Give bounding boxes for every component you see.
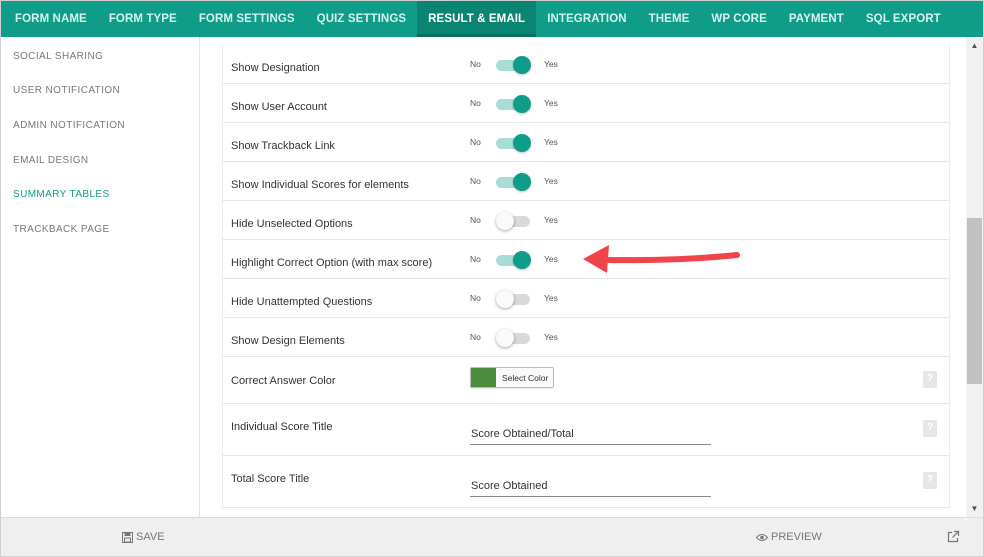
setting-label: Show Design Elements [231, 335, 345, 347]
setting-row: Show Design Elements No Yes [223, 318, 949, 357]
setting-label: Correct Answer Color [231, 375, 336, 387]
setting-label: Hide Unattempted Questions [231, 296, 373, 308]
tab-integration[interactable]: INTEGRATION [536, 1, 637, 37]
toggle-yes-label: Yes [544, 98, 558, 108]
show-individual-scores-toggle[interactable] [496, 173, 531, 191]
sidebar-item-email-design[interactable]: EMAIL DESIGN [1, 143, 199, 178]
toggle-thumb [513, 251, 531, 269]
toggle-thumb [496, 290, 514, 308]
external-link-icon[interactable] [947, 530, 960, 543]
setting-label: Show Trackback Link [231, 140, 335, 152]
setting-label: Show User Account [231, 101, 327, 113]
scroll-up-arrow-icon[interactable]: ▲ [966, 37, 983, 54]
eye-icon [756, 533, 768, 541]
top-tab-bar: FORM NAME FORM TYPE FORM SETTINGS QUIZ S… [1, 1, 983, 37]
annotation-arrow [583, 245, 740, 273]
tab-payment[interactable]: PAYMENT [778, 1, 855, 37]
show-trackback-link-toggle[interactable] [496, 134, 531, 152]
total-score-title-input[interactable] [470, 475, 711, 497]
toggle-no-label: No [470, 137, 481, 147]
scroll-down-arrow-icon[interactable]: ▼ [966, 500, 983, 517]
vertical-scrollbar[interactable]: ▲ ▼ [966, 37, 983, 517]
hide-unselected-options-toggle[interactable] [496, 212, 530, 230]
toggle-no-label: No [470, 215, 481, 225]
scrollbar-thumb[interactable] [967, 218, 982, 384]
toggle-no-label: No [470, 59, 481, 69]
toggle-no-label: No [470, 332, 481, 342]
setting-label: Show Designation [231, 62, 320, 74]
tab-result-email[interactable]: RESULT & EMAIL [417, 1, 537, 37]
sidebar-item-user-notification[interactable]: USER NOTIFICATION [1, 74, 199, 109]
help-icon[interactable]: ? [923, 472, 937, 489]
setting-row: Individual Score Title ? [223, 404, 949, 456]
preview-button[interactable]: PREVIEW [756, 531, 822, 543]
setting-row: Hide Unselected Options No Yes [223, 201, 949, 240]
setting-row: Total Score Title ? [223, 456, 949, 508]
settings-content: Show Designation No Yes Show User Accoun… [201, 37, 966, 517]
setting-row: Show Individual Scores for elements No Y… [223, 162, 949, 201]
setting-row: Show Trackback Link No Yes [223, 123, 949, 162]
sidebar: SOCIAL SHARING USER NOTIFICATION ADMIN N… [1, 37, 200, 517]
toggle-thumb [496, 329, 514, 347]
preview-label: PREVIEW [771, 531, 822, 543]
help-icon[interactable]: ? [923, 420, 937, 437]
tab-quiz-settings[interactable]: QUIZ SETTINGS [306, 1, 417, 37]
hide-unattempted-questions-toggle[interactable] [496, 290, 530, 308]
tab-form-type[interactable]: FORM TYPE [98, 1, 188, 37]
setting-row: Show User Account No Yes [223, 84, 949, 123]
tab-sql-export[interactable]: SQL EXPORT [855, 1, 952, 37]
tab-form-settings[interactable]: FORM SETTINGS [188, 1, 306, 37]
settings-panel: Show Designation No Yes Show User Accoun… [222, 45, 950, 508]
toggle-thumb [496, 212, 514, 230]
save-disk-icon [122, 531, 133, 543]
setting-label: Highlight Correct Option (with max score… [231, 257, 433, 269]
toggle-no-label: No [470, 98, 481, 108]
select-color-label: Select Color [502, 372, 549, 383]
toggle-yes-label: Yes [544, 59, 558, 69]
save-label: SAVE [136, 531, 165, 543]
toggle-yes-label: Yes [544, 137, 558, 147]
tab-theme[interactable]: THEME [638, 1, 701, 37]
tab-form-name[interactable]: FORM NAME [4, 1, 98, 37]
bottom-action-bar: SAVE PREVIEW [1, 517, 983, 556]
setting-row: Show Designation No Yes [223, 45, 949, 84]
sidebar-item-summary-tables[interactable]: SUMMARY TABLES [1, 177, 199, 212]
toggle-no-label: No [470, 293, 481, 303]
show-user-account-toggle[interactable] [496, 95, 531, 113]
setting-label: Show Individual Scores for elements [231, 179, 409, 191]
sidebar-item-social-sharing[interactable]: SOCIAL SHARING [1, 39, 199, 74]
toggle-thumb [513, 134, 531, 152]
setting-row: Hide Unattempted Questions No Yes [223, 279, 949, 318]
setting-row: Correct Answer Color Select Color ? [223, 357, 949, 404]
save-button[interactable]: SAVE [122, 531, 165, 543]
sidebar-item-trackback-page[interactable]: TRACKBACK PAGE [1, 212, 199, 247]
form-builder-window: FORM NAME FORM TYPE FORM SETTINGS QUIZ S… [0, 0, 984, 557]
toggle-yes-label: Yes [544, 332, 558, 342]
show-designation-toggle[interactable] [496, 56, 531, 74]
toggle-thumb [513, 173, 531, 191]
highlight-correct-option-toggle[interactable] [496, 251, 531, 269]
toggle-yes-label: Yes [544, 176, 558, 186]
setting-label: Hide Unselected Options [231, 218, 353, 230]
select-color-button[interactable]: Select Color [470, 367, 554, 388]
setting-label: Total Score Title [231, 473, 310, 485]
tab-wp-core[interactable]: WP CORE [700, 1, 777, 37]
show-design-elements-toggle[interactable] [496, 329, 530, 347]
toggle-yes-label: Yes [544, 254, 558, 264]
toggle-no-label: No [470, 176, 481, 186]
color-swatch [471, 368, 496, 387]
toggle-yes-label: Yes [544, 215, 558, 225]
toggle-thumb [513, 95, 531, 113]
toggle-yes-label: Yes [544, 293, 558, 303]
toggle-thumb [513, 56, 531, 74]
sidebar-item-admin-notification[interactable]: ADMIN NOTIFICATION [1, 108, 199, 143]
toggle-no-label: No [470, 254, 481, 264]
help-icon[interactable]: ? [923, 371, 937, 388]
individual-score-title-input[interactable] [470, 423, 711, 445]
setting-label: Individual Score Title [231, 421, 333, 433]
